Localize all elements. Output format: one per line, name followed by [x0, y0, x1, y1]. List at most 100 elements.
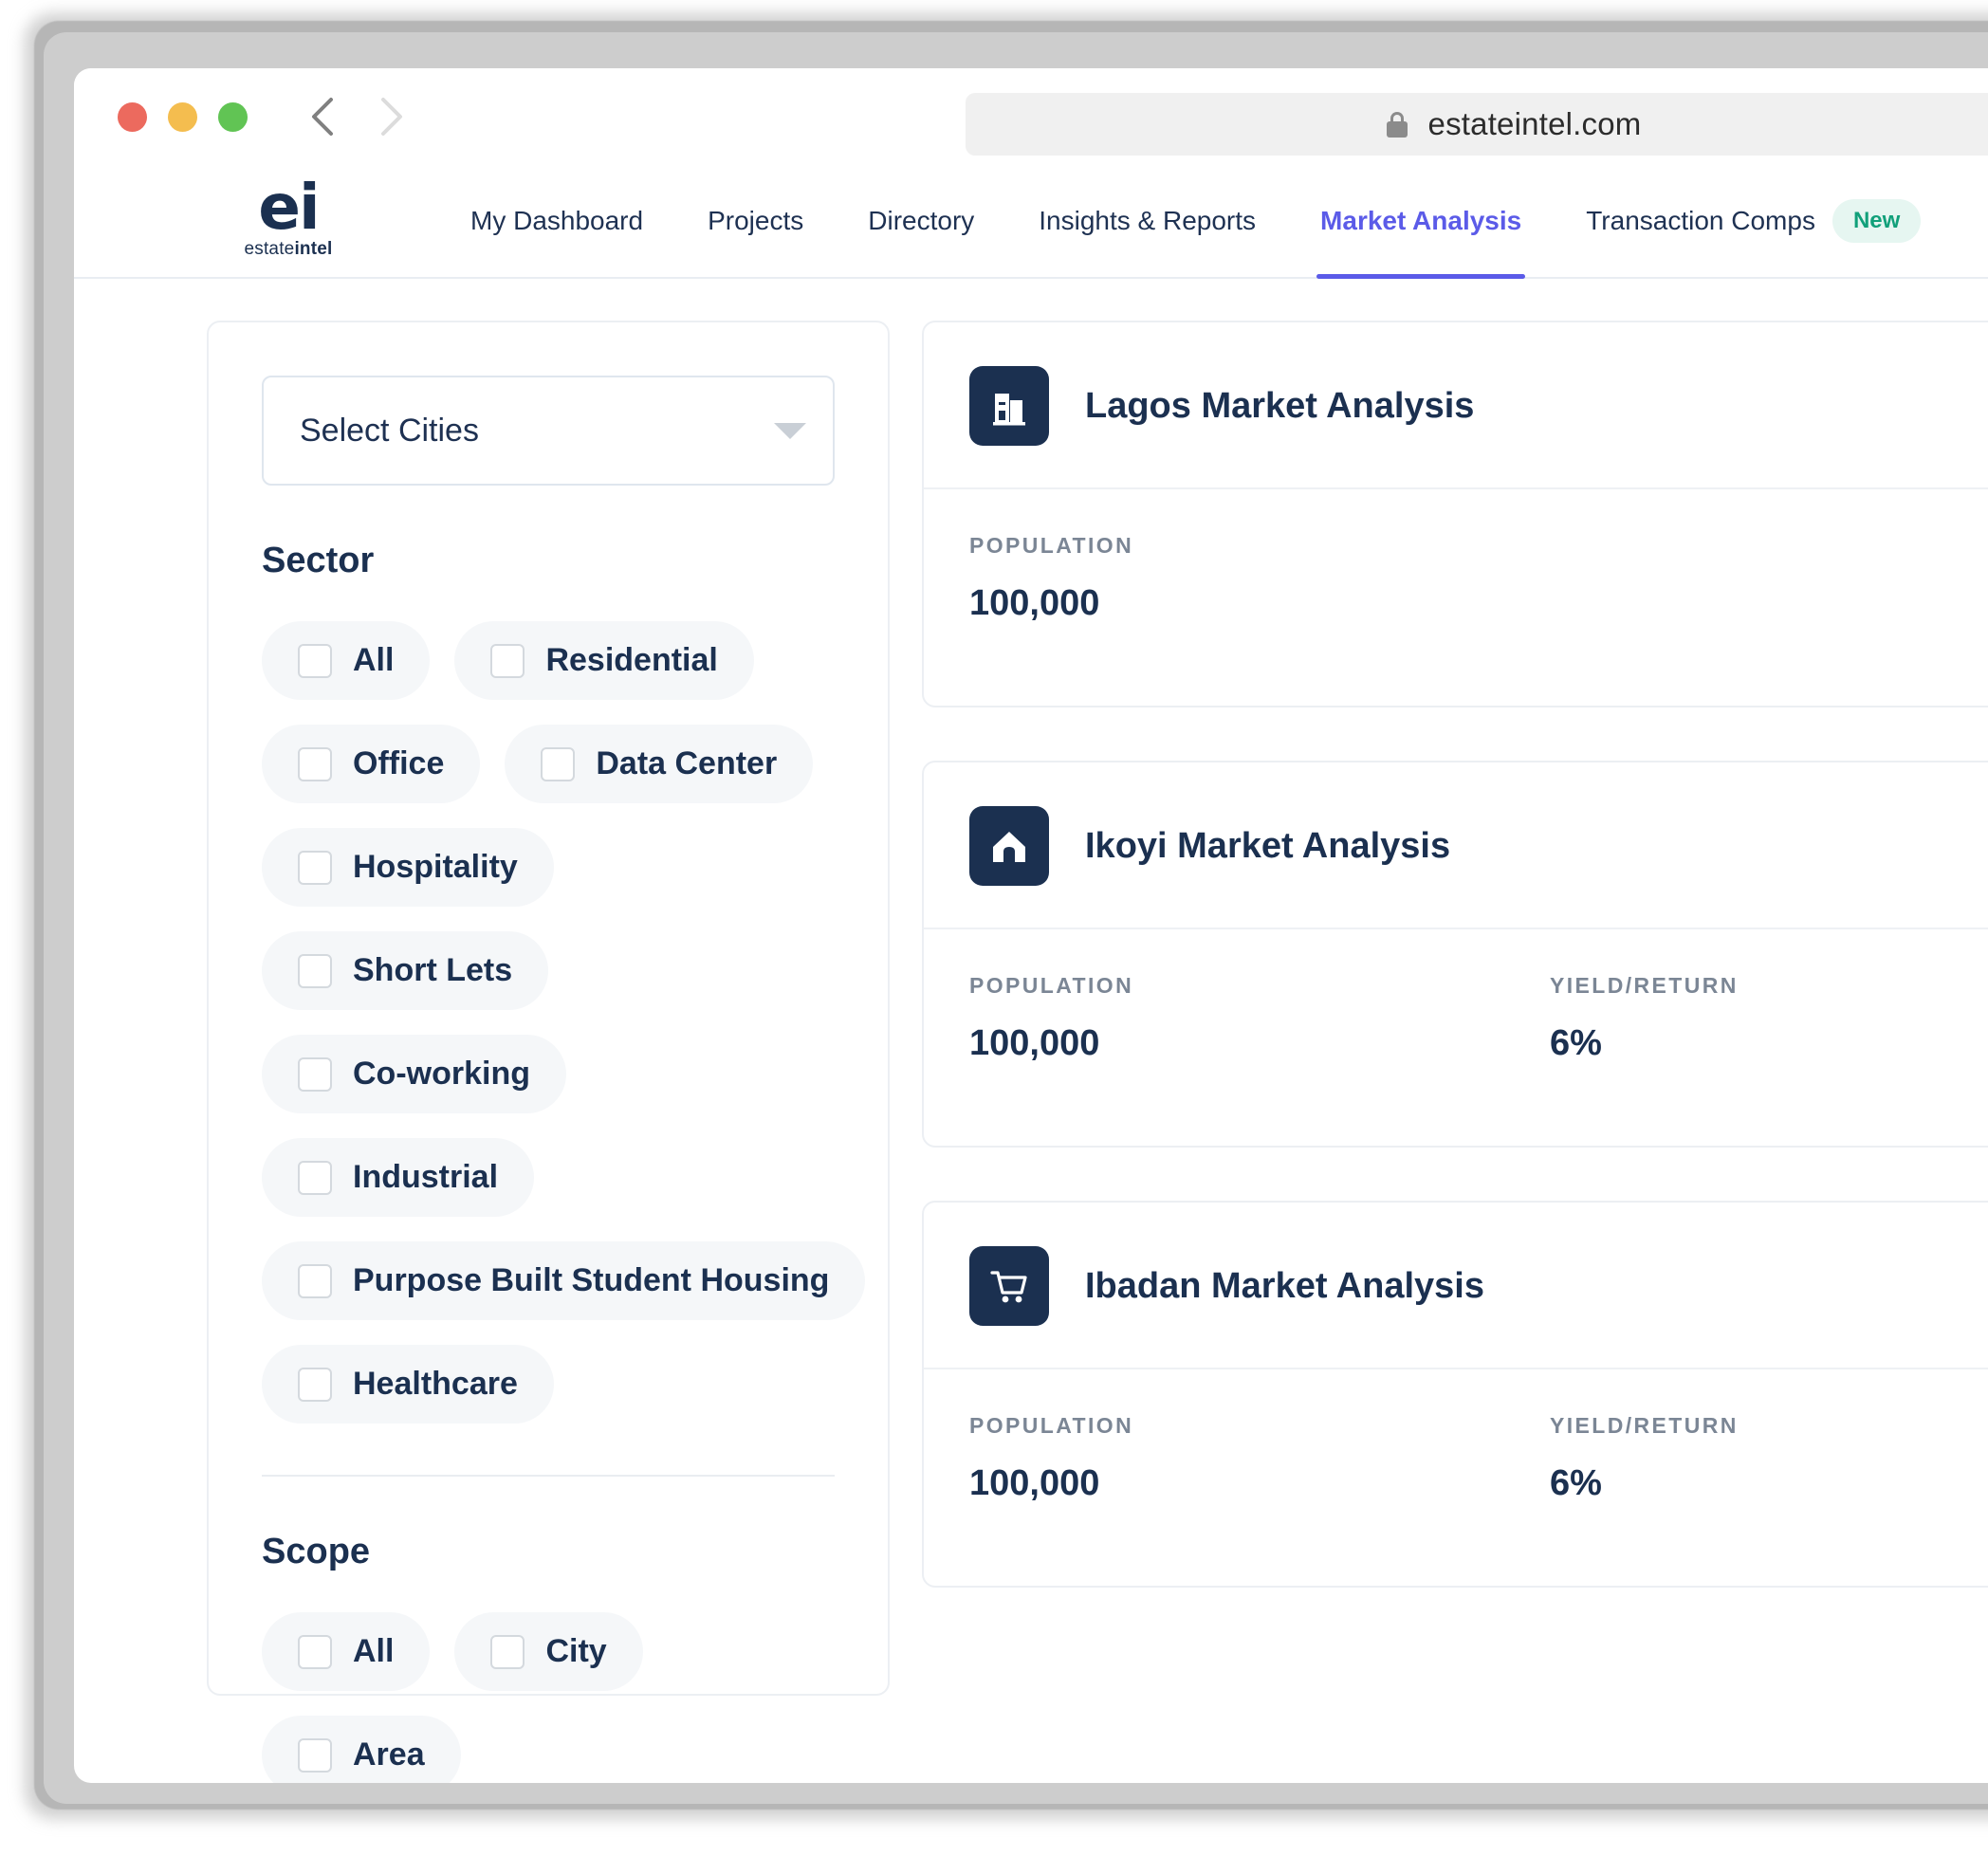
chevron-right-icon[interactable]	[375, 95, 407, 138]
pill-label: Purpose Built Student Housing	[353, 1262, 830, 1298]
screenshot-frame: estateintel.com ei estateintel My Dashbo…	[0, 0, 1988, 1874]
lock-icon	[1386, 111, 1408, 138]
window-traffic-lights	[118, 101, 248, 132]
chevron-down-icon	[774, 422, 806, 439]
sector-option-office[interactable]: Office	[262, 725, 481, 803]
sector-options: All Residential Office Data Center Hospi…	[262, 621, 866, 1424]
scope-options: All City Area	[262, 1612, 835, 1783]
pill-label: Residential	[545, 642, 718, 678]
sector-option-healthcare[interactable]: Healthcare	[262, 1345, 554, 1424]
pill-label: All	[353, 642, 395, 678]
estateintel-logo[interactable]: ei estateintel	[237, 175, 340, 260]
logo-word-bold: intel	[294, 239, 333, 260]
sector-option-residential[interactable]: Residential	[454, 621, 754, 700]
nav-label: Insights & Reports	[1039, 206, 1257, 235]
metric-yield-return: YIELD/RETURN 6%	[1550, 1413, 1988, 1504]
city-buildings-icon	[969, 366, 1049, 446]
checkbox-icon[interactable]	[298, 746, 332, 781]
checkbox-icon[interactable]	[298, 1367, 332, 1402]
nav-label: My Dashboard	[470, 206, 644, 235]
card-title: Lagos Market Analysis	[1085, 385, 1475, 426]
checkbox-icon[interactable]	[298, 1634, 332, 1669]
scope-option-area[interactable]: Area	[262, 1716, 461, 1783]
nav-item-market-analysis[interactable]: Market Analysis	[1288, 165, 1554, 279]
nav-label: Market Analysis	[1320, 206, 1522, 235]
maximize-window-button[interactable]	[218, 101, 248, 132]
minimize-window-button[interactable]	[168, 101, 197, 132]
sector-option-industrial[interactable]: Industrial	[262, 1138, 535, 1217]
app-header: ei estateintel My Dashboard Projects Dir…	[74, 165, 1988, 279]
checkbox-icon[interactable]	[298, 850, 332, 885]
city-select-value: Select Cities	[300, 412, 479, 449]
card-header: Lagos Market Analysis	[924, 322, 1988, 489]
market-analysis-cards: Lagos Market Analysis POPULATION 100,000	[922, 321, 1988, 1783]
sector-option-data-center[interactable]: Data Center	[505, 725, 814, 803]
browser-navigation	[306, 95, 407, 138]
logo-word-light: estate	[244, 239, 295, 260]
close-window-button[interactable]	[118, 101, 147, 132]
metric-population: POPULATION 100,000	[969, 1413, 1550, 1504]
checkbox-icon[interactable]	[298, 1263, 332, 1298]
address-bar[interactable]: estateintel.com	[966, 93, 1988, 156]
metric-label: POPULATION	[969, 973, 1134, 998]
nav-item-projects[interactable]: Projects	[675, 165, 836, 277]
market-card-ibadan[interactable]: Ibadan Market Analysis POPULATION 100,00…	[922, 1201, 1988, 1588]
city-select[interactable]: Select Cities	[262, 376, 835, 486]
checkbox-icon[interactable]	[298, 1160, 332, 1195]
checkbox-icon[interactable]	[298, 953, 332, 988]
card-metrics: POPULATION 100,000	[924, 489, 1988, 706]
pill-label: Data Center	[596, 745, 778, 781]
metric-label: POPULATION	[969, 533, 1134, 558]
metric-label: POPULATION	[969, 1413, 1134, 1438]
market-card-ikoyi[interactable]: Ikoyi Market Analysis POPULATION 100,000…	[922, 761, 1988, 1148]
metric-yield-return: YIELD/RETURN 6%	[1550, 973, 1988, 1064]
pill-label: Office	[353, 745, 445, 781]
market-card-lagos[interactable]: Lagos Market Analysis POPULATION 100,000	[922, 321, 1988, 707]
pill-label: Hospitality	[353, 849, 518, 885]
metric-value: 100,000	[969, 1463, 1100, 1503]
filters-sidebar: Select Cities Sector All Residential Off…	[207, 321, 890, 1783]
metric-population: POPULATION 100,000	[969, 973, 1550, 1064]
pill-label: All	[353, 1633, 395, 1669]
metric-population: POPULATION 100,000	[969, 533, 1550, 624]
metric-label: YIELD/RETURN	[1550, 973, 1739, 998]
checkbox-icon[interactable]	[298, 1737, 332, 1773]
logo-wordmark: estateintel	[244, 239, 332, 260]
sidebar-divider	[262, 1475, 835, 1477]
browser-chrome: estateintel.com	[74, 68, 1988, 165]
pill-label: Industrial	[353, 1159, 499, 1195]
address-bar-url: estateintel.com	[1427, 106, 1642, 141]
card-title: Ikoyi Market Analysis	[1085, 825, 1451, 866]
metric-label: YIELD/RETURN	[1550, 1413, 1739, 1438]
chevron-left-icon[interactable]	[306, 95, 339, 138]
sector-option-short-lets[interactable]: Short Lets	[262, 931, 549, 1010]
metric-value: 100,000	[969, 1023, 1100, 1063]
card-header: Ibadan Market Analysis	[924, 1203, 1988, 1369]
checkbox-icon[interactable]	[490, 1634, 525, 1669]
sector-option-hospitality[interactable]: Hospitality	[262, 828, 554, 907]
nav-label: Directory	[868, 206, 975, 235]
nav-item-my-dashboard[interactable]: My Dashboard	[438, 165, 675, 277]
checkbox-icon[interactable]	[298, 643, 332, 678]
sector-option-co-working[interactable]: Co-working	[262, 1035, 566, 1113]
scope-option-city[interactable]: City	[454, 1612, 643, 1691]
sector-option-all[interactable]: All	[262, 621, 431, 700]
nav-item-insights-and-reports[interactable]: Insights & Reports	[1006, 165, 1288, 277]
card-metrics: POPULATION 100,000 YIELD/RETURN 6%	[924, 1369, 1988, 1586]
nav-item-transaction-comps[interactable]: Transaction Comps New	[1554, 165, 1953, 277]
checkbox-icon[interactable]	[541, 746, 576, 781]
sector-option-purpose-built-student-housing[interactable]: Purpose Built Student Housing	[262, 1241, 866, 1320]
checkbox-icon[interactable]	[490, 643, 525, 678]
checkbox-icon[interactable]	[298, 1056, 332, 1092]
nav-label: Transaction Comps	[1586, 206, 1815, 235]
nav-item-directory[interactable]: Directory	[836, 165, 1006, 277]
card-header: Ikoyi Market Analysis	[924, 762, 1988, 929]
pill-label: Short Lets	[353, 952, 513, 988]
pill-label: City	[545, 1633, 607, 1669]
pill-label: Co-working	[353, 1056, 530, 1092]
sector-group-title: Sector	[262, 541, 375, 580]
scope-option-all[interactable]: All	[262, 1612, 431, 1691]
browser-window: estateintel.com ei estateintel My Dashbo…	[74, 68, 1988, 1783]
page-content: Select Cities Sector All Residential Off…	[74, 279, 1988, 1783]
pill-label: Healthcare	[353, 1366, 518, 1402]
